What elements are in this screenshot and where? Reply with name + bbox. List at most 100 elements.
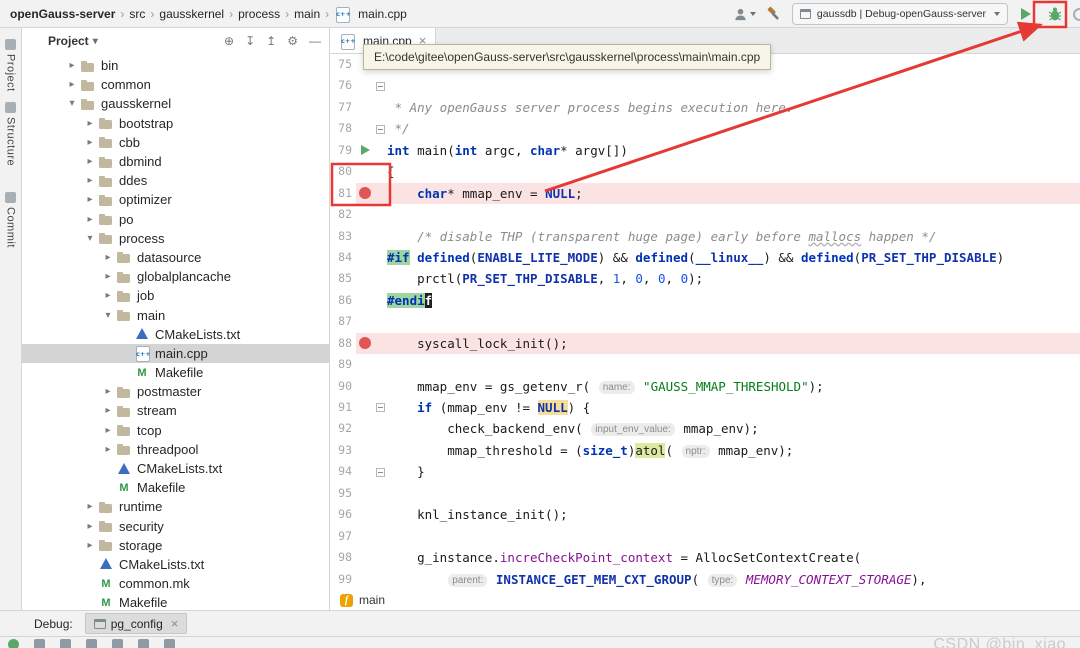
code-line-body[interactable]: } — [356, 461, 1080, 482]
gutter-line-number[interactable]: 93 — [330, 439, 356, 462]
chevron-right-icon[interactable]: ▸ — [82, 521, 98, 532]
user-menu-button[interactable] — [733, 2, 756, 26]
build-button[interactable] — [763, 2, 785, 26]
gutter-line-number[interactable]: 95 — [330, 482, 356, 505]
gutter-line-number[interactable]: 84 — [330, 246, 356, 269]
tree-item-po[interactable]: ▸ po — [22, 210, 329, 229]
code-line-body[interactable] — [356, 75, 1080, 96]
debug-button[interactable] — [1044, 2, 1066, 26]
code-line-body[interactable]: g_instance.increCheckPoint_context = All… — [356, 547, 1080, 568]
code-line-body[interactable]: * Any openGauss server process begins ex… — [356, 97, 1080, 118]
editor-breadcrumb-item[interactable]: main — [359, 593, 385, 607]
breadcrumb-item[interactable]: openGauss-server — [8, 7, 117, 21]
gutter-line-number[interactable]: 97 — [330, 525, 356, 548]
chevron-right-icon[interactable]: ▸ — [100, 425, 116, 436]
chevron-right-icon[interactable]: ▸ — [100, 444, 116, 455]
chevron-right-icon[interactable]: ▸ — [64, 60, 80, 71]
tree-item-gausskernel[interactable]: ▾ gausskernel — [22, 94, 329, 113]
tree-item-job[interactable]: ▸ job — [22, 286, 329, 305]
tree-item-dbmind[interactable]: ▸ dbmind — [22, 152, 329, 171]
tree-item-globalplancache[interactable]: ▸ globalplancache — [22, 267, 329, 286]
tree-item-main-cpp[interactable]: main.cpp — [22, 343, 329, 363]
gutter-line-number[interactable]: 79 — [330, 139, 356, 162]
stop-icon[interactable] — [34, 639, 45, 648]
gutter-line-number[interactable]: 83 — [330, 225, 356, 247]
chevron-down-icon[interactable]: ▾ — [82, 233, 98, 244]
gutter-line-number[interactable]: 88 — [330, 332, 356, 355]
tree-item-threadpool[interactable]: ▸ threadpool — [22, 440, 329, 459]
run-to-cursor-icon[interactable] — [164, 639, 175, 648]
toolwindow-structure-button[interactable]: Structure — [5, 97, 17, 171]
code-line-body[interactable]: { — [356, 161, 1080, 182]
gutter-line-number[interactable]: 89 — [330, 354, 356, 376]
breadcrumb-item[interactable]: main — [292, 7, 322, 21]
chevron-right-icon[interactable]: ▸ — [100, 405, 116, 416]
chevron-right-icon[interactable]: ▸ — [82, 118, 98, 129]
chevron-right-icon[interactable]: ▸ — [82, 540, 98, 551]
code-line-body[interactable]: prctl(PR_SET_THP_DISABLE, 1, 0, 0, 0); — [356, 268, 1080, 289]
code-line-body[interactable]: */ — [356, 118, 1080, 139]
step-over-icon[interactable] — [86, 639, 97, 648]
code-line-body[interactable]: #if defined(ENABLE_LITE_MODE) && defined… — [356, 247, 1080, 268]
breadcrumb-item[interactable]: process — [236, 7, 282, 21]
run-button[interactable] — [1015, 2, 1037, 26]
gutter-line-number[interactable]: 92 — [330, 418, 356, 440]
chevron-right-icon[interactable]: ▸ — [100, 290, 116, 301]
gutter-line-number[interactable]: 99 — [330, 568, 356, 590]
expand-all-icon[interactable]: ↧ — [245, 35, 255, 47]
tree-item-makefile[interactable]: Makefile — [22, 478, 329, 497]
code-line-body[interactable]: mmap_env = gs_getenv_r( name: "GAUSS_MMA… — [356, 376, 1080, 397]
chevron-right-icon[interactable]: ▸ — [100, 386, 116, 397]
fold-icon[interactable] — [376, 124, 385, 134]
chevron-down-icon[interactable]: ▾ — [64, 98, 80, 109]
tree-item-cmakelists-txt[interactable]: CMakeLists.txt — [22, 325, 329, 344]
chevron-right-icon[interactable]: ▸ — [82, 156, 98, 167]
breadcrumb-item[interactable]: src — [127, 7, 147, 21]
chevron-right-icon[interactable]: ▸ — [100, 252, 116, 263]
chevron-right-icon[interactable]: ▸ — [82, 137, 98, 148]
collapse-all-icon[interactable]: ↥ — [266, 35, 276, 47]
tree-item-security[interactable]: ▸ security — [22, 517, 329, 536]
fold-icon[interactable] — [376, 403, 385, 413]
tree-item-bootstrap[interactable]: ▸ bootstrap — [22, 114, 329, 133]
code-line-body[interactable]: mmap_threshold = (size_t)atol( nptr: mma… — [356, 440, 1080, 461]
gutter-line-number[interactable]: 94 — [330, 461, 356, 483]
breakpoint-icon[interactable] — [359, 337, 371, 350]
toolwindow-commit-button[interactable]: Commit — [5, 187, 17, 253]
tree-item-makefile[interactable]: Makefile — [22, 593, 329, 610]
rerun-icon[interactable] — [8, 639, 19, 648]
code-line-body[interactable]: #endif — [356, 290, 1080, 311]
gutter-line-number[interactable]: 81 — [330, 182, 356, 205]
locate-icon[interactable]: ⊕ — [224, 35, 234, 47]
code-line-body[interactable]: parent: INSTANCE_GET_MEM_CXT_GROUP( type… — [356, 569, 1080, 590]
tree-item-runtime[interactable]: ▸ runtime — [22, 497, 329, 516]
gutter-line-number[interactable]: 98 — [330, 547, 356, 569]
code-line-body[interactable]: knl_instance_init(); — [356, 504, 1080, 525]
gutter-line-number[interactable]: 87 — [330, 311, 356, 333]
code-line-body[interactable]: check_backend_env( input_env_value: mmap… — [356, 418, 1080, 439]
tree-item-cmakelists-txt[interactable]: CMakeLists.txt — [22, 459, 329, 478]
code-line-body[interactable] — [356, 483, 1080, 504]
tree-item-cmakelists-txt[interactable]: CMakeLists.txt — [22, 555, 329, 574]
tree-item-optimizer[interactable]: ▸ optimizer — [22, 190, 329, 209]
gutter-line-number[interactable]: 82 — [330, 204, 356, 226]
code-line-body[interactable] — [356, 311, 1080, 332]
fold-icon[interactable] — [376, 81, 385, 91]
settings-icon[interactable]: ⚙ — [287, 35, 298, 47]
breadcrumb-item[interactable]: main.cpp — [332, 6, 409, 23]
tree-item-main[interactable]: ▾ main — [22, 305, 329, 324]
step-out-icon[interactable] — [138, 639, 149, 648]
profiler-icon-partial[interactable] — [1073, 7, 1080, 21]
chevron-right-icon[interactable]: ▸ — [82, 175, 98, 186]
chevron-right-icon[interactable]: ▸ — [82, 214, 98, 225]
breadcrumb-item[interactable]: gausskernel — [157, 7, 226, 21]
gutter-line-number[interactable]: 80 — [330, 161, 356, 183]
gutter-line-number[interactable]: 76 — [330, 75, 356, 97]
gutter-line-number[interactable]: 86 — [330, 289, 356, 312]
run-config-selector[interactable]: gaussdb | Debug-openGauss-server — [791, 3, 1008, 25]
gutter-line-number[interactable]: 91 — [330, 397, 356, 419]
close-icon[interactable]: × — [171, 617, 179, 630]
chevron-right-icon[interactable]: ▸ — [82, 194, 98, 205]
code-line-body[interactable]: syscall_lock_init(); — [356, 332, 1080, 355]
debug-tab-pg-config[interactable]: pg_config × — [84, 613, 188, 634]
